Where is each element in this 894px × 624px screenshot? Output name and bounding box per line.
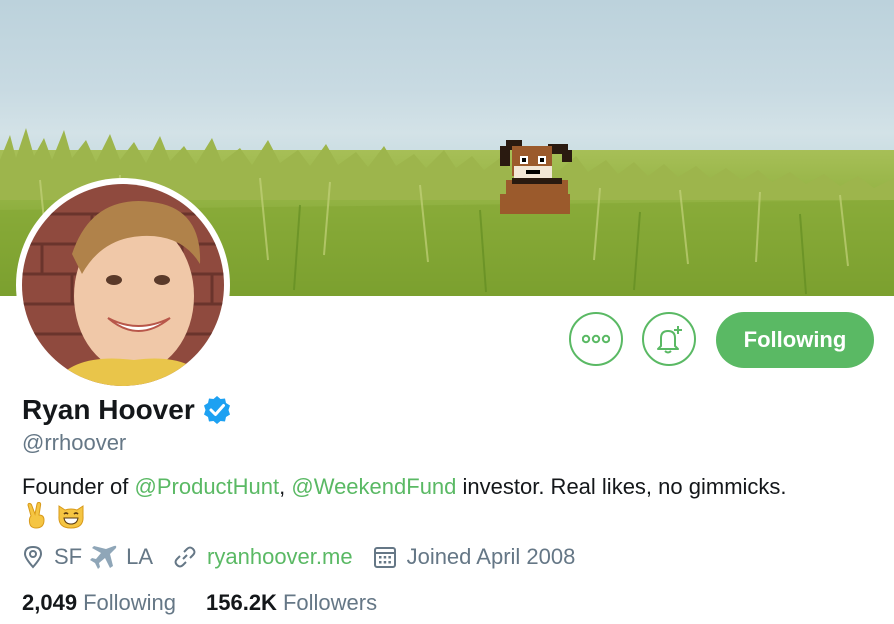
profile-actions: Following bbox=[0, 312, 894, 370]
following-label: Following bbox=[83, 590, 176, 615]
airplane-emoji-icon bbox=[90, 545, 117, 569]
profile-bio: Founder of @ProductHunt, @WeekendFund in… bbox=[22, 472, 872, 502]
following-stat-link[interactable]: 2,049 Following bbox=[22, 590, 176, 616]
profile-name-row: Ryan Hoover bbox=[22, 394, 233, 426]
profile-website[interactable]: ryanhoover.me bbox=[173, 544, 353, 570]
location-from: SF bbox=[54, 544, 83, 569]
profile-name: Ryan Hoover bbox=[22, 394, 195, 425]
bio-emojis bbox=[24, 502, 86, 530]
verified-badge-icon bbox=[201, 394, 233, 426]
profile-handle: @rrhoover bbox=[22, 430, 127, 455]
location-to: LA bbox=[126, 544, 154, 569]
grinning-cat-emoji-icon bbox=[58, 505, 84, 529]
link-icon bbox=[174, 546, 196, 568]
bio-mention-weekendfund[interactable]: @WeekendFund bbox=[291, 474, 456, 499]
followers-count: 156.2K bbox=[206, 590, 277, 615]
website-link[interactable]: ryanhoover.me bbox=[207, 544, 353, 570]
location-pin-icon bbox=[23, 545, 43, 569]
following-button[interactable]: Following bbox=[716, 312, 874, 368]
more-dots-icon bbox=[582, 334, 610, 344]
joined-date: Joined April 2008 bbox=[406, 544, 576, 569]
victory-hand-emoji-icon bbox=[27, 502, 45, 529]
more-options-button[interactable] bbox=[569, 312, 623, 366]
bio-text-suffix: investor. Real likes, no gimmicks. bbox=[456, 474, 787, 499]
followers-label: Followers bbox=[282, 590, 378, 615]
following-count: 2,049 bbox=[22, 590, 78, 615]
calendar-icon bbox=[373, 547, 396, 568]
profile-meta: SF LA ryanhoover.me Joined April 2008 bbox=[22, 544, 595, 570]
bio-text-prefix: Founder of bbox=[22, 474, 135, 499]
profile-joined: Joined April 2008 bbox=[373, 544, 576, 570]
followers-stat-link[interactable]: 156.2K Followers bbox=[206, 590, 377, 616]
bio-mention-producthunt[interactable]: @ProductHunt bbox=[135, 474, 280, 499]
notification-bell-plus-icon bbox=[657, 326, 682, 354]
notifications-button[interactable] bbox=[642, 312, 696, 366]
profile-stats: 2,049 Following 156.2K Followers bbox=[22, 590, 407, 616]
profile-location: SF LA bbox=[22, 544, 153, 570]
bio-separator: , bbox=[279, 474, 292, 499]
